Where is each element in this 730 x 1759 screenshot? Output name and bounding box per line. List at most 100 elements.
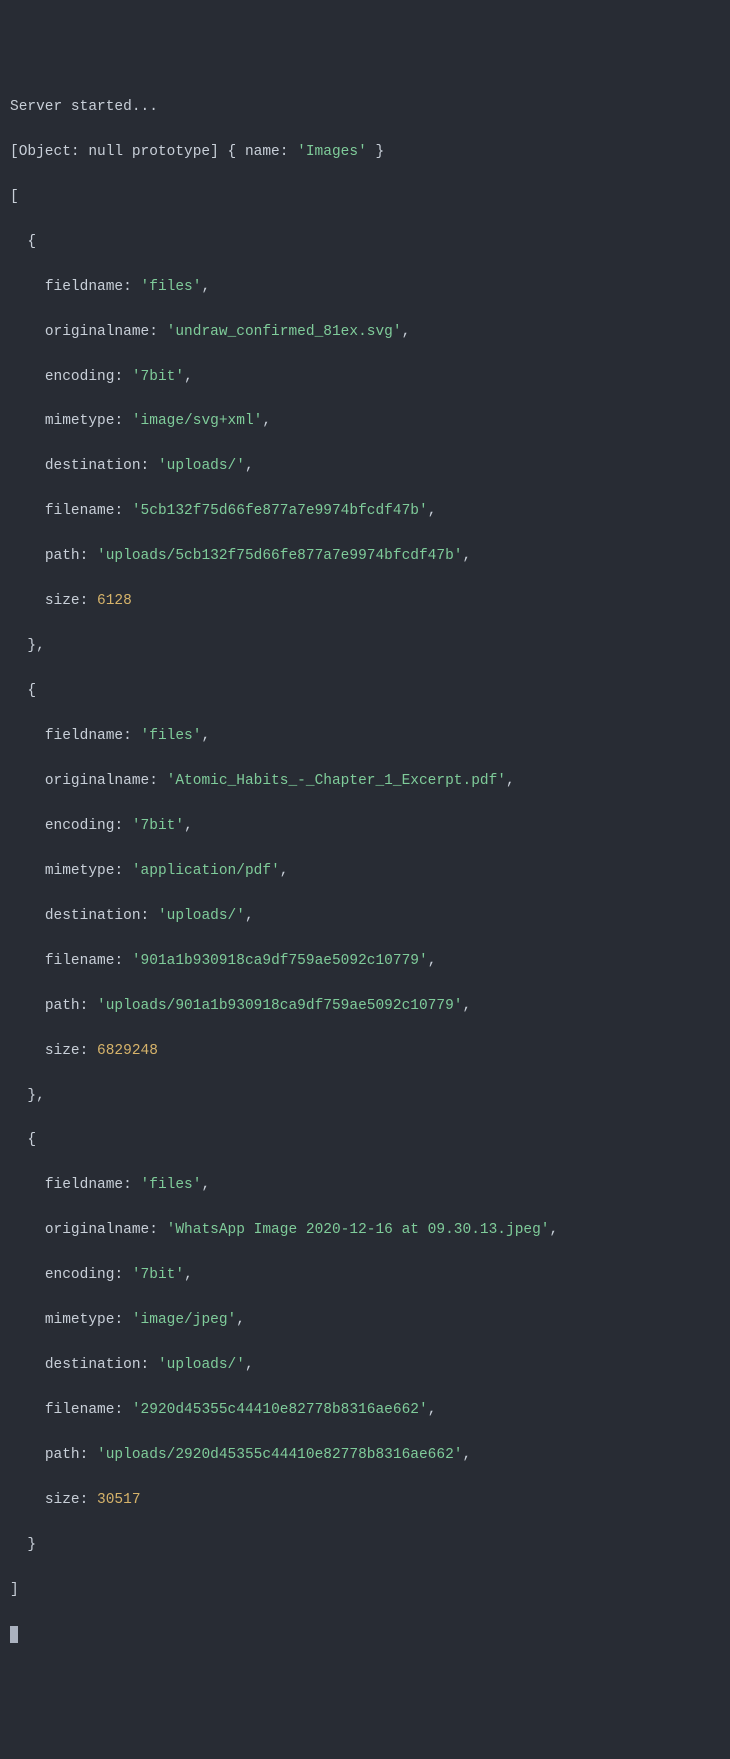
val-size: 6829248 (97, 1043, 158, 1059)
key-path: path (45, 1447, 80, 1463)
key-size: size (45, 593, 80, 609)
indent (10, 1312, 45, 1328)
val-fieldname: 'files' (141, 279, 202, 295)
colon: : (80, 548, 97, 564)
comma: , (245, 1357, 254, 1373)
comma: , (550, 1222, 559, 1238)
colon: : (80, 1492, 97, 1508)
val-originalname: 'Atomic_Habits_-_Chapter_1_Excerpt.pdf' (167, 773, 506, 789)
comma: , (245, 908, 254, 924)
array-open: [ (10, 189, 19, 205)
key-filename: filename (45, 503, 115, 519)
key-mimetype: mimetype (45, 1312, 115, 1328)
key-originalname: originalname (45, 773, 149, 789)
colon: : (149, 1222, 166, 1238)
key-fieldname: fieldname (45, 728, 123, 744)
terminal-cursor[interactable] (10, 1626, 18, 1643)
indent (10, 548, 45, 564)
indent (10, 279, 45, 295)
val-destination: 'uploads/' (158, 458, 245, 474)
colon: : (141, 458, 158, 474)
indent (10, 503, 45, 519)
val-originalname: 'WhatsApp Image 2020-12-16 at 09.30.13.j… (167, 1222, 550, 1238)
colon: : (80, 998, 97, 1014)
comma: , (262, 413, 271, 429)
indent (10, 1177, 45, 1193)
indent (10, 863, 45, 879)
indent (10, 953, 45, 969)
indent (10, 458, 45, 474)
comma: , (236, 1312, 245, 1328)
comma: , (428, 503, 437, 519)
obj-close-comma: }, (10, 1088, 45, 1104)
val-destination: 'uploads/' (158, 1357, 245, 1373)
key-size: size (45, 1043, 80, 1059)
obj-open: { (10, 234, 36, 250)
indent (10, 1043, 45, 1059)
val-path: 'uploads/2920d45355c44410e82778b8316ae66… (97, 1447, 462, 1463)
colon: : (80, 593, 97, 609)
colon: : (123, 1177, 140, 1193)
indent (10, 1402, 45, 1418)
colon: : (114, 818, 131, 834)
val-fieldname: 'files' (141, 1177, 202, 1193)
comma: , (463, 548, 472, 564)
val-size: 30517 (97, 1492, 141, 1508)
comma: , (201, 728, 210, 744)
indent (10, 728, 45, 744)
colon: : (114, 369, 131, 385)
key-path: path (45, 548, 80, 564)
val-size: 6128 (97, 593, 132, 609)
key-mimetype: mimetype (45, 863, 115, 879)
comma: , (463, 998, 472, 1014)
indent (10, 1447, 45, 1463)
colon: : (114, 503, 131, 519)
val-path: 'uploads/5cb132f75d66fe877a7e9974bfcdf47… (97, 548, 462, 564)
obj-close-comma: }, (10, 638, 45, 654)
object-prefix: [Object: null prototype] { name: (10, 144, 297, 160)
val-mimetype: 'image/svg+xml' (132, 413, 263, 429)
comma: , (428, 1402, 437, 1418)
key-size: size (45, 1492, 80, 1508)
key-path: path (45, 998, 80, 1014)
comma: , (184, 818, 193, 834)
obj-open: { (10, 1132, 36, 1148)
val-path: 'uploads/901a1b930918ca9df759ae5092c1077… (97, 998, 462, 1014)
key-destination: destination (45, 458, 141, 474)
indent (10, 1267, 45, 1283)
indent (10, 1357, 45, 1373)
colon: : (141, 1357, 158, 1373)
comma: , (184, 1267, 193, 1283)
indent (10, 773, 45, 789)
key-fieldname: fieldname (45, 279, 123, 295)
key-fieldname: fieldname (45, 1177, 123, 1193)
object-name-value: 'Images' (297, 144, 367, 160)
obj-open: { (10, 683, 36, 699)
key-encoding: encoding (45, 818, 115, 834)
terminal-output: Server started... [Object: null prototyp… (10, 96, 720, 1646)
key-encoding: encoding (45, 1267, 115, 1283)
key-destination: destination (45, 1357, 141, 1373)
val-destination: 'uploads/' (158, 908, 245, 924)
colon: : (141, 908, 158, 924)
key-filename: filename (45, 1402, 115, 1418)
comma: , (428, 953, 437, 969)
comma: , (506, 773, 515, 789)
val-encoding: '7bit' (132, 369, 184, 385)
colon: : (114, 1312, 131, 1328)
colon: : (149, 324, 166, 340)
key-encoding: encoding (45, 369, 115, 385)
comma: , (201, 279, 210, 295)
comma: , (402, 324, 411, 340)
indent (10, 593, 45, 609)
indent (10, 1492, 45, 1508)
server-started-text: Server started... (10, 99, 158, 115)
comma: , (201, 1177, 210, 1193)
colon: : (114, 1402, 131, 1418)
comma: , (184, 369, 193, 385)
comma: , (463, 1447, 472, 1463)
colon: : (123, 728, 140, 744)
indent (10, 998, 45, 1014)
colon: : (80, 1043, 97, 1059)
colon: : (114, 413, 131, 429)
